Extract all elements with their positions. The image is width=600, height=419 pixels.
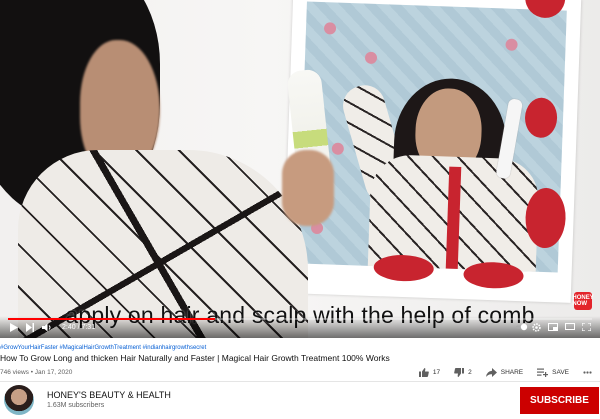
action-bar: 17 2 SHARE SAVE: [418, 368, 592, 377]
more-icon: [583, 371, 592, 374]
playlist-add-icon: [537, 368, 549, 377]
volume-icon[interactable]: [42, 323, 52, 332]
fullscreen-icon[interactable]: [582, 323, 591, 331]
save-button[interactable]: SAVE: [537, 368, 569, 377]
dislike-count: 2: [468, 369, 472, 376]
video-title: How To Grow Long and thicken Hair Natura…: [0, 353, 390, 363]
video-player[interactable]: apply on hair and scalp with the help of…: [0, 0, 600, 338]
play-icon[interactable]: [10, 323, 18, 332]
channel-avatar[interactable]: [4, 385, 34, 415]
mirror-glass: [297, 1, 567, 273]
channel-name[interactable]: HONEY'S BEAUTY & HEALTH: [47, 390, 171, 400]
subscriber-count: 1.63M subscribers: [47, 402, 105, 409]
time-display: 2:40 / 7:31: [62, 324, 96, 331]
like-button[interactable]: 17: [418, 368, 441, 377]
divider: [0, 381, 600, 382]
progress-bar[interactable]: [8, 318, 592, 320]
channel-watermark[interactable]: HONEY NOW: [572, 292, 594, 310]
thumb-down-icon: [454, 368, 465, 377]
theater-icon[interactable]: [565, 323, 575, 330]
progress-bar-fill: [8, 318, 216, 320]
view-count-date: 746 views • Jan 17, 2020: [0, 369, 73, 376]
player-controls: 2:40 / 7:31: [0, 316, 600, 338]
more-actions-button[interactable]: [583, 371, 592, 374]
save-label: SAVE: [552, 369, 569, 376]
hashtag-links[interactable]: #GrowYourHairFaster #MagicalHairGrowthTr…: [0, 345, 206, 351]
share-label: SHARE: [500, 369, 524, 376]
dislike-button[interactable]: 2: [454, 368, 472, 377]
share-button[interactable]: SHARE: [485, 368, 524, 377]
share-icon: [485, 368, 497, 377]
settings-icon[interactable]: [532, 323, 541, 332]
like-count: 17: [432, 369, 441, 376]
miniplayer-icon[interactable]: [548, 323, 558, 331]
next-icon[interactable]: [26, 323, 34, 332]
autoplay-toggle[interactable]: [516, 323, 528, 331]
thumb-up-icon: [418, 368, 429, 377]
subscribe-button[interactable]: SUBSCRIBE: [520, 387, 599, 414]
foreground-hand: [282, 150, 334, 226]
